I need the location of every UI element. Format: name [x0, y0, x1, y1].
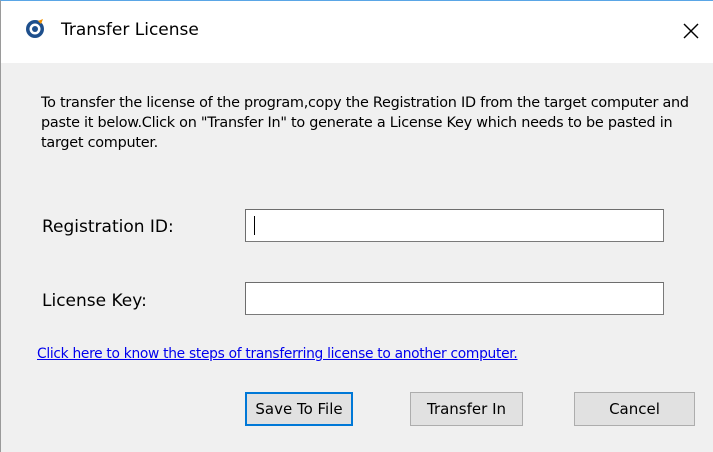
registration-id-label: Registration ID:: [42, 217, 174, 237]
window-title: Transfer License: [61, 20, 199, 40]
app-logo-icon: [26, 19, 44, 38]
save-to-file-button[interactable]: Save To File: [245, 392, 353, 426]
license-key-input[interactable]: [245, 282, 664, 315]
instructions-text: To transfer the license of the program,c…: [41, 95, 689, 151]
title-bar: Transfer License: [1, 1, 713, 63]
license-key-label: License Key:: [42, 291, 147, 311]
close-icon: [683, 23, 699, 39]
transfer-license-dialog: Transfer License To transfer the license…: [0, 0, 713, 452]
dialog-content: To transfer the license of the program,c…: [1, 63, 713, 452]
transfer-steps-link[interactable]: Click here to know the steps of transfer…: [37, 346, 518, 362]
cancel-button[interactable]: Cancel: [574, 392, 695, 426]
transfer-in-button[interactable]: Transfer In: [410, 392, 523, 426]
registration-id-input[interactable]: [245, 209, 664, 242]
close-button[interactable]: [671, 11, 711, 51]
text-caret: [254, 216, 255, 235]
